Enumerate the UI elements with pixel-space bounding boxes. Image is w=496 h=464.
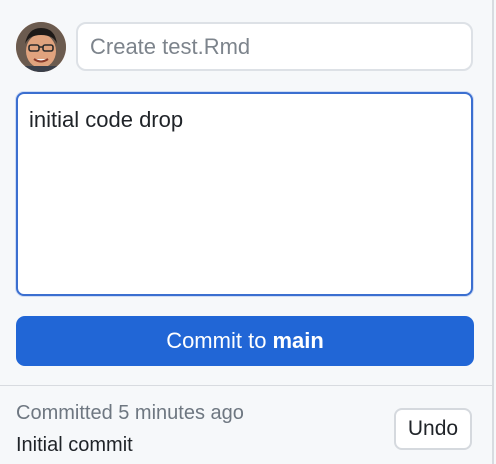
- commit-button-label: Commit to: [166, 328, 267, 353]
- commit-button[interactable]: Commit to main: [16, 316, 474, 366]
- commit-panel: initial code drop Commit to main Committ…: [0, 0, 494, 464]
- undo-button[interactable]: Undo: [394, 408, 472, 450]
- commit-form: initial code drop Commit to main: [0, 0, 492, 386]
- last-commit-message: Initial commit: [16, 434, 133, 456]
- committed-time-text: Committed 5 minutes ago: [16, 402, 244, 424]
- commit-summary-input[interactable]: [76, 22, 473, 71]
- user-avatar-icon: [16, 22, 66, 72]
- avatar: [16, 22, 66, 72]
- commit-description-textarea[interactable]: initial code drop: [16, 92, 473, 296]
- branch-name: main: [272, 328, 324, 353]
